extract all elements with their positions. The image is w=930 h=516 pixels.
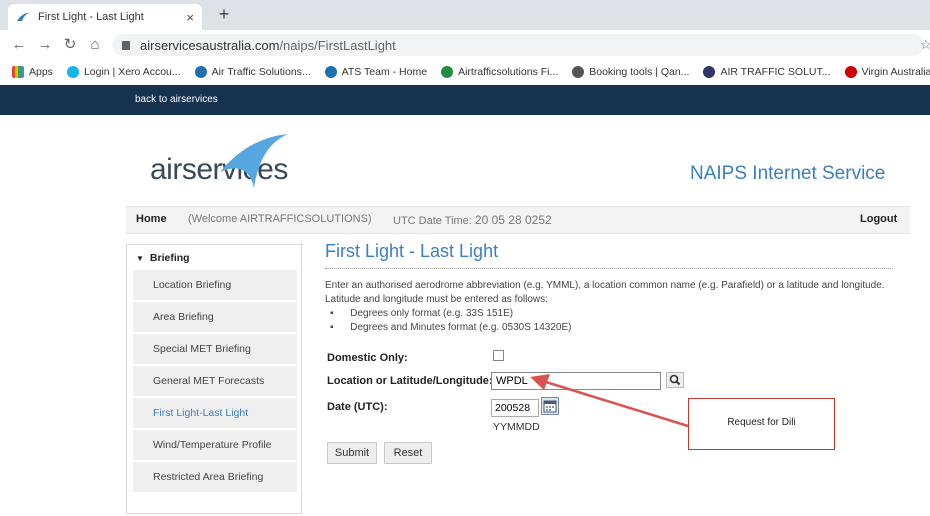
ats-icon xyxy=(194,66,207,78)
utc-date-time: UTC Date Time: 20 05 28 0252 xyxy=(393,213,552,227)
tab-close-icon[interactable]: × xyxy=(186,10,194,25)
location-label-text: Location or Latitude/Longitude: xyxy=(327,375,493,387)
sidebar-item[interactable]: General MET Forecasts xyxy=(133,366,297,396)
ats-logo-icon xyxy=(703,66,716,78)
service-name: NAIPS Internet Service xyxy=(690,163,886,184)
sidebar-item[interactable]: Area Briefing xyxy=(133,302,297,332)
new-tab-icon[interactable]: + xyxy=(214,5,234,25)
globe-icon xyxy=(572,66,585,78)
bullet-text: Degrees and Minutes format (e.g. 0530S 1… xyxy=(350,322,572,333)
bookmark-label: Booking tools | Qan... xyxy=(589,66,690,78)
bookmark-item[interactable]: Airtrafficsolutions Fi... xyxy=(441,66,558,78)
bookmark-label: Login | Xero Accou... xyxy=(83,66,181,78)
caret-down-icon: ▼ xyxy=(136,254,144,263)
ats-team-icon xyxy=(324,66,337,78)
airservices-swoosh-icon xyxy=(220,134,288,188)
intro-text: Enter an authorised aerodrome abbreviati… xyxy=(325,280,885,291)
domestic-only-label: Domestic Only: xyxy=(327,352,408,364)
bookmark-item[interactable]: Login | Xero Accou... xyxy=(66,66,181,78)
tab-title: First Light - Last Light xyxy=(38,11,144,23)
domestic-only-checkbox[interactable] xyxy=(493,350,504,361)
back-arrow-icon[interactable]: ← xyxy=(10,36,28,54)
lock-icon xyxy=(122,40,130,50)
bookmark-label: Virgin Australia B2B... xyxy=(861,66,930,78)
reload-icon[interactable]: ↻ xyxy=(61,36,79,54)
xero-icon xyxy=(66,66,79,78)
bookmark-label: ATS Team - Home xyxy=(341,66,428,78)
submit-button[interactable]: Submit xyxy=(327,442,377,464)
bookmark-item[interactable]: ATS Team - Home xyxy=(324,66,428,78)
annotation-arrow xyxy=(530,374,689,428)
intro-text-latlon: Latitude and longitude must be entered a… xyxy=(325,294,548,305)
file-icon xyxy=(441,66,454,78)
date-label: Date (UTC): xyxy=(327,401,388,413)
sidebar-item[interactable]: Restricted Area Briefing xyxy=(133,462,297,492)
bookmark-label: Air Traffic Solutions... xyxy=(211,66,311,78)
back-to-airservices-link[interactable]: back to airservices xyxy=(135,94,218,105)
home-icon[interactable]: ⌂ xyxy=(86,36,104,54)
briefing-section-label: Briefing xyxy=(149,252,190,264)
bookmark-label: AIR TRAFFIC SOLUT... xyxy=(720,66,831,78)
utc-value: 20 05 28 0252 xyxy=(474,213,552,227)
welcome-text: (Welcome AIRTRAFFICSOLUTIONS) xyxy=(188,213,372,225)
page-title: First Light - Last Light xyxy=(325,241,499,261)
sidebar-item[interactable]: First Light-Last Light xyxy=(133,398,297,428)
location-label: Location or Latitude/Longitude: * xyxy=(327,375,500,387)
browser-tab[interactable]: First Light - Last Light × xyxy=(8,4,202,30)
airservices-favicon-icon xyxy=(17,13,29,21)
format-bullet: ▪ Degrees only format (e.g. 33S 151E) xyxy=(330,308,514,319)
title-divider xyxy=(325,268,893,269)
sidebar-item[interactable]: Location Briefing xyxy=(133,270,297,300)
bookmark-item[interactable]: Apps xyxy=(12,66,53,78)
bookmark-item[interactable]: AIR TRAFFIC SOLUT... xyxy=(703,66,831,78)
address-bar[interactable]: airservicesaustralia.com/naips/FirstLast… xyxy=(112,34,924,56)
format-bullet: ▪ Degrees and Minutes format (e.g. 0530S… xyxy=(330,322,572,333)
virgin-icon xyxy=(844,66,857,78)
bookmark-label: Airtrafficsolutions Fi... xyxy=(458,66,559,78)
apps-grid-icon xyxy=(12,66,24,78)
bookmark-item[interactable]: Air Traffic Solutions... xyxy=(194,66,311,78)
url-host: airservicesaustralia.com xyxy=(140,37,280,53)
bookmark-item[interactable]: Booking tools | Qan... xyxy=(572,66,689,78)
utc-label: UTC Date Time: xyxy=(393,215,472,227)
home-link[interactable]: Home xyxy=(136,213,167,225)
sidebar-item[interactable]: Wind/Temperature Profile xyxy=(133,430,297,460)
forward-arrow-icon[interactable]: → xyxy=(36,36,54,54)
url-path: /naips/FirstLastLight xyxy=(279,37,396,53)
bookmark-item[interactable]: Virgin Australia B2B... xyxy=(844,66,930,78)
logout-link[interactable]: Logout xyxy=(860,213,897,225)
briefing-section-header[interactable]: ▼ Briefing xyxy=(136,252,190,264)
bullet-text: Degrees only format (e.g. 33S 151E) xyxy=(350,308,514,319)
bookmark-label: Apps xyxy=(29,66,53,78)
bookmarks-bar: Apps Login | Xero Accou... Air Traffic Sol… xyxy=(0,60,930,84)
bookmark-star-icon[interactable]: ☆ xyxy=(920,37,930,53)
reset-button[interactable]: Reset xyxy=(384,442,432,464)
annotation-callout: Request for Dili xyxy=(688,398,835,450)
sidebar-item[interactable]: Special MET Briefing xyxy=(133,334,297,364)
